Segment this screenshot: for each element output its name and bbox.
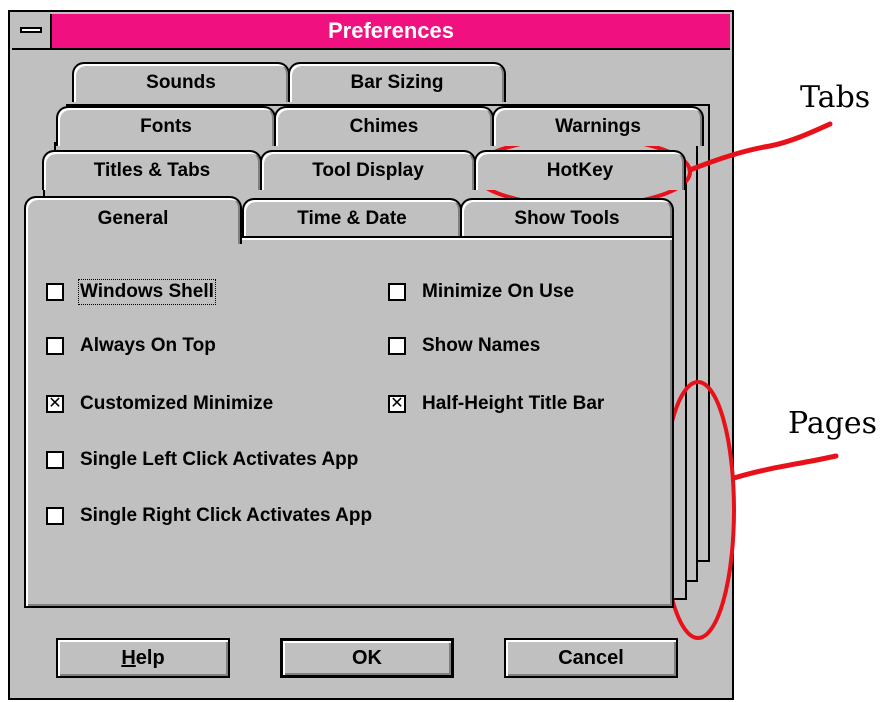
- tab-hotkey[interactable]: HotKey: [474, 150, 686, 190]
- checkbox-minimize-on-use[interactable]: [388, 283, 406, 301]
- option-minimize-on-use[interactable]: Minimize On Use: [388, 278, 574, 306]
- label-customized-minimize: Customized Minimize: [80, 393, 274, 414]
- label-show-names: Show Names: [422, 335, 541, 356]
- checkbox-windows-shell[interactable]: [46, 283, 64, 301]
- option-half-height-title-bar[interactable]: ✕ Half-Height Title Bar: [388, 390, 604, 418]
- option-windows-shell[interactable]: Windows Shell: [46, 278, 216, 306]
- option-single-right-click[interactable]: Single Right Click Activates App: [46, 502, 372, 530]
- option-single-left-click[interactable]: Single Left Click Activates App: [46, 446, 358, 474]
- option-always-on-top[interactable]: Always On Top: [46, 332, 216, 360]
- tab-tool-display[interactable]: Tool Display: [260, 150, 476, 190]
- tabs-annotation-label: Tabs: [800, 80, 871, 115]
- preferences-dialog: Preferences Sounds Bar Sizing Fonts Chim…: [8, 10, 734, 700]
- tab-titles-tabs[interactable]: Titles & Tabs: [42, 150, 262, 190]
- tab-sounds[interactable]: Sounds: [72, 62, 290, 102]
- label-single-right-click: Single Right Click Activates App: [80, 505, 373, 526]
- option-customized-minimize[interactable]: ✕ Customized Minimize: [46, 390, 273, 418]
- tab-fonts[interactable]: Fonts: [56, 106, 276, 146]
- checkbox-half-height-title-bar[interactable]: ✕: [388, 395, 406, 413]
- pages-pointer-line: [731, 453, 839, 481]
- tab-warnings[interactable]: Warnings: [492, 106, 704, 146]
- tabs-pointer-line: [687, 121, 833, 173]
- label-minimize-on-use: Minimize On Use: [422, 281, 575, 302]
- label-single-left-click: Single Left Click Activates App: [80, 449, 359, 470]
- checkbox-single-left-click[interactable]: [46, 451, 64, 469]
- tab-show-tools[interactable]: Show Tools: [460, 198, 674, 238]
- tab-general[interactable]: General: [24, 196, 242, 244]
- checkbox-customized-minimize[interactable]: ✕: [46, 395, 64, 413]
- label-half-height-title-bar: Half-Height Title Bar: [422, 393, 605, 414]
- checkbox-show-names[interactable]: [388, 337, 406, 355]
- label-windows-shell: Windows Shell: [78, 279, 216, 305]
- tab-bar-sizing[interactable]: Bar Sizing: [288, 62, 506, 102]
- tab-chimes[interactable]: Chimes: [274, 106, 494, 146]
- label-always-on-top: Always On Top: [80, 335, 216, 356]
- general-page: Windows Shell Minimize On Use Always On …: [24, 236, 674, 608]
- checkbox-always-on-top[interactable]: [46, 337, 64, 355]
- checkbox-single-right-click[interactable]: [46, 507, 64, 525]
- pages-annotation-label: Pages: [788, 406, 878, 441]
- option-show-names[interactable]: Show Names: [388, 332, 540, 360]
- tab-time-date[interactable]: Time & Date: [242, 198, 462, 238]
